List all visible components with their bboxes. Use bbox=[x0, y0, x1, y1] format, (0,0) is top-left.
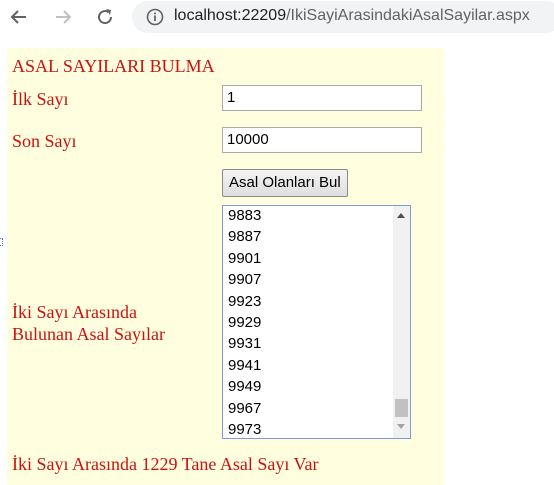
arrow-left-icon bbox=[10, 10, 26, 24]
last-number-label: Son Sayı bbox=[12, 131, 77, 151]
info-icon[interactable] bbox=[146, 8, 164, 26]
url-path: /IkiSayiArasindakiAsalSayilar.aspx bbox=[286, 7, 530, 24]
url-host: localhost:22209 bbox=[174, 7, 287, 24]
first-number-input[interactable] bbox=[222, 85, 422, 111]
primes-listbox[interactable]: 9883 9887 9901 9907 9923 9929 9931 9941 9949 9967… bbox=[222, 205, 411, 439]
list-item[interactable]: 9929 bbox=[228, 312, 261, 333]
list-item[interactable]: 9883 bbox=[228, 206, 261, 226]
summary-text: İki Sayı Arasında 1229 Tane Asal Sayı Va… bbox=[12, 454, 319, 474]
found-primes-label-line1: İki Sayı Arasında bbox=[12, 302, 137, 322]
scroll-up-arrow-icon[interactable] bbox=[397, 213, 405, 218]
back-button[interactable] bbox=[6, 4, 32, 30]
list-item[interactable]: 9973 bbox=[228, 419, 261, 438]
list-item[interactable]: 9931 bbox=[228, 333, 261, 354]
found-primes-label: İki Sayı Arasında Bulunan Asal Sayılar bbox=[12, 301, 165, 345]
scrollbar-thumb[interactable] bbox=[395, 399, 408, 417]
forward-button[interactable] bbox=[50, 4, 76, 30]
list-item[interactable]: 9907 bbox=[228, 269, 261, 290]
first-number-label: İlk Sayı bbox=[12, 89, 69, 109]
list-item[interactable]: 9941 bbox=[228, 355, 261, 376]
list-item[interactable]: 9901 bbox=[228, 248, 261, 269]
reload-icon bbox=[98, 9, 113, 25]
browser-toolbar: localhost:22209/IkiSayiArasindakiAsalSay… bbox=[0, 0, 554, 34]
focus-marker bbox=[0, 238, 3, 246]
find-primes-button[interactable]: Asal Olanları Bul bbox=[222, 169, 348, 197]
scroll-down-arrow-icon[interactable] bbox=[397, 424, 405, 429]
address-bar[interactable]: localhost:22209/IkiSayiArasindakiAsalSay… bbox=[132, 1, 554, 33]
list-item[interactable]: 9967 bbox=[228, 398, 261, 419]
url-text: localhost:22209/IkiSayiArasindakiAsalSay… bbox=[174, 7, 530, 25]
listbox-scrollbar[interactable] bbox=[393, 206, 410, 438]
primes-list: 9883 9887 9901 9907 9923 9929 9931 9941 9949 9967… bbox=[228, 206, 261, 438]
page-title: ASAL SAYILARI BULMA bbox=[12, 56, 215, 76]
arrow-right-icon bbox=[56, 10, 72, 24]
list-item[interactable]: 9949 bbox=[228, 376, 261, 397]
last-number-input[interactable] bbox=[222, 127, 422, 153]
reload-button[interactable] bbox=[92, 4, 118, 30]
list-item[interactable]: 9887 bbox=[228, 226, 261, 247]
found-primes-label-line2: Bulunan Asal Sayılar bbox=[12, 324, 165, 344]
list-item[interactable]: 9923 bbox=[228, 291, 261, 312]
